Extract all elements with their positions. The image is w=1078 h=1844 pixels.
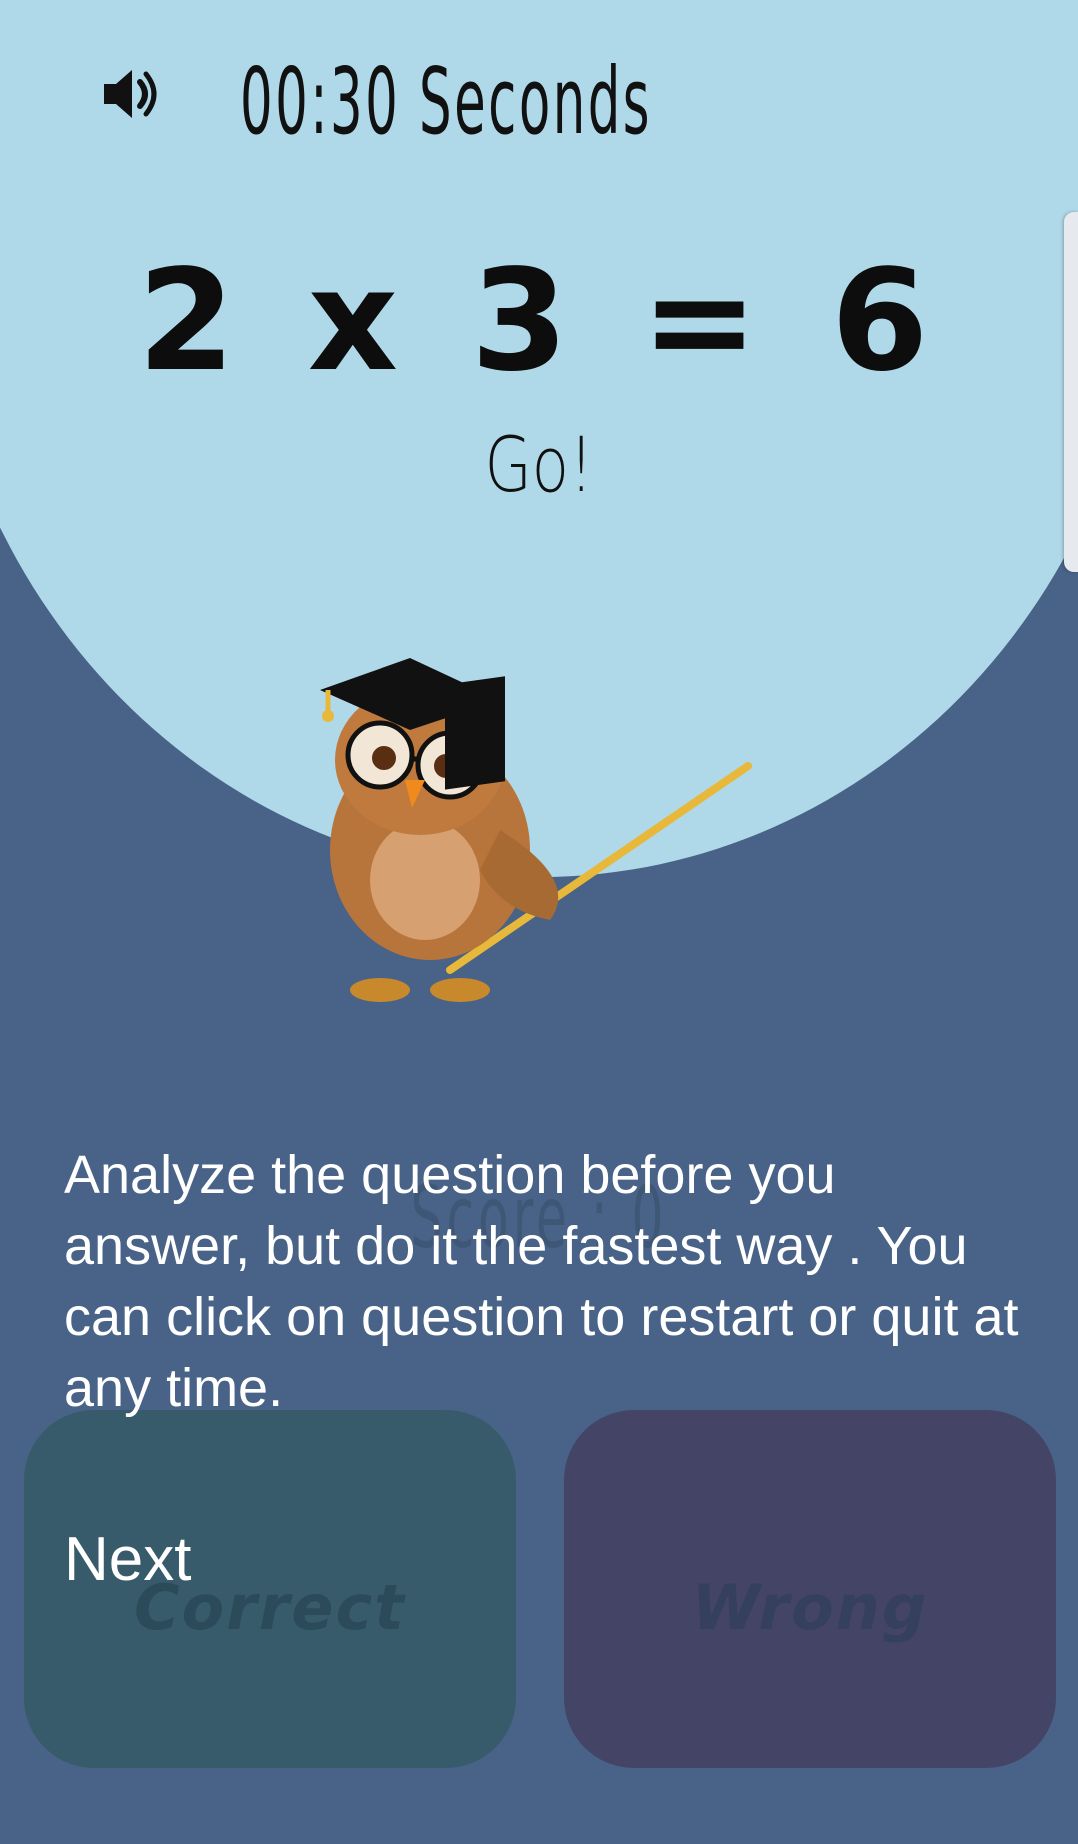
wrong-button[interactable]: Wrong — [564, 1410, 1056, 1768]
status-text: Go! — [484, 420, 594, 509]
next-button[interactable]: Next — [64, 1524, 191, 1595]
speaker-icon[interactable] — [100, 64, 164, 124]
game-screen: 00:30 Seconds 2 x 3 = 6 Go! Score: 0 Co… — [0, 0, 1078, 1844]
wrong-button-label: Wrong — [691, 1570, 929, 1644]
countdown-timer: 00:30 Seconds — [240, 48, 653, 155]
instructions-text: Analyze the question before you answer, … — [64, 1145, 1019, 1418]
owl-teacher-icon — [300, 650, 760, 1020]
question-equation[interactable]: 2 x 3 = 6 — [0, 240, 1078, 403]
